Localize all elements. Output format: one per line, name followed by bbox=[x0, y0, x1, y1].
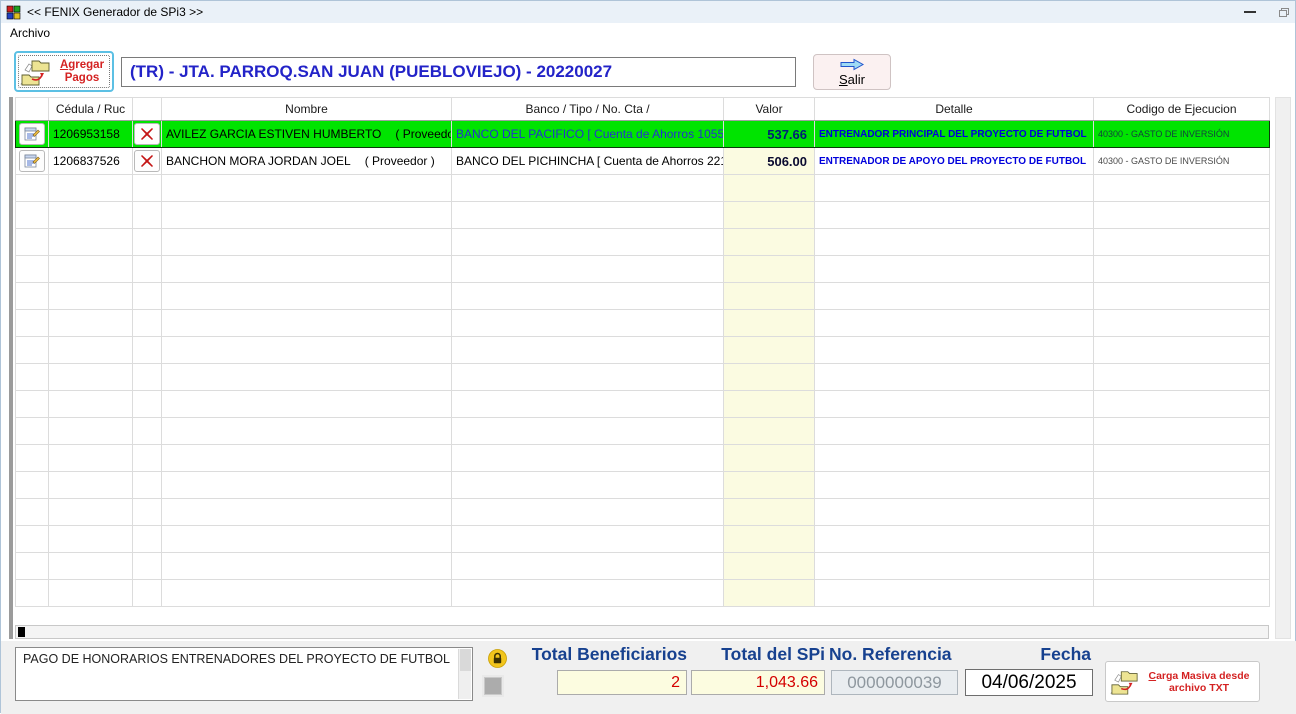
lock-icon bbox=[488, 649, 507, 668]
description-text: PAGO DE HONORARIOS ENTRENADORES DEL PROY… bbox=[23, 652, 450, 666]
minimize-button[interactable] bbox=[1233, 1, 1267, 23]
delete-x-icon bbox=[141, 128, 153, 140]
agregar-pagos-button[interactable]: Agregar Pagos bbox=[14, 51, 114, 92]
payments-grid: Cédula / Ruc Nombre Banco / Tipo / No. C… bbox=[15, 97, 1270, 607]
table-row[interactable] bbox=[15, 228, 1270, 256]
proveedor-text: ( Proveedor ) bbox=[395, 127, 450, 141]
table-row[interactable] bbox=[15, 444, 1270, 472]
header-codigo: Codigo de Ejecucion bbox=[1093, 97, 1270, 121]
valor-cell: 537.66 bbox=[723, 120, 815, 148]
table-row[interactable] bbox=[15, 552, 1270, 580]
salir-label: Salir bbox=[838, 71, 865, 87]
table-row[interactable] bbox=[15, 498, 1270, 526]
app-window: << FENIX Generador de SPi3 >> Archivo Ag… bbox=[0, 0, 1296, 714]
gray-square-button[interactable] bbox=[482, 675, 504, 697]
table-row[interactable] bbox=[15, 336, 1270, 364]
header-detalle: Detalle bbox=[814, 97, 1094, 121]
table-row[interactable] bbox=[15, 255, 1270, 283]
footer-panel: PAGO DE HONORARIOS ENTRENADORES DEL PROY… bbox=[1, 641, 1296, 714]
salir-button[interactable]: Salir bbox=[813, 54, 891, 90]
carga-masiva-folder-icon bbox=[1110, 670, 1138, 695]
header-nombre: Nombre bbox=[161, 97, 452, 121]
header-valor: Valor bbox=[723, 97, 815, 121]
nombre-cell: AVILEZ GARCIA ESTIVEN HUMBERTO ( Proveedo… bbox=[161, 120, 452, 148]
grid-body: 1206953158 AVILEZ GARCIA ESTIVEN HUMBERT… bbox=[15, 120, 1270, 607]
description-scrollbar[interactable] bbox=[458, 649, 471, 699]
grid-header-row: Cédula / Ruc Nombre Banco / Tipo / No. C… bbox=[15, 97, 1270, 121]
menubar: Archivo bbox=[2, 23, 1295, 43]
delete-row-button[interactable] bbox=[134, 123, 160, 145]
table-row[interactable]: 1206837526 BANCHON MORA JORDAN JOEL ( Pro… bbox=[15, 147, 1270, 175]
minimize-icon bbox=[1244, 11, 1256, 13]
table-row[interactable]: 1206953158 AVILEZ GARCIA ESTIVEN HUMBERT… bbox=[15, 120, 1270, 148]
header-banco: Banco / Tipo / No. Cta / bbox=[451, 97, 724, 121]
banco-cell: BANCO DEL PACIFICO [ Cuenta de Ahorros 1… bbox=[451, 120, 724, 148]
header-cedula: Cédula / Ruc bbox=[48, 97, 133, 121]
nombre-text: BANCHON MORA JORDAN JOEL bbox=[166, 154, 351, 168]
total-beneficiarios-field[interactable]: 2 bbox=[557, 670, 687, 695]
table-row[interactable] bbox=[15, 309, 1270, 337]
total-spi-label: Total del SPi bbox=[721, 644, 825, 664]
referencia-field: 0000000039 bbox=[831, 670, 958, 695]
edit-form-icon bbox=[24, 154, 40, 168]
table-row[interactable] bbox=[15, 174, 1270, 202]
codigo-cell: 40300 - GASTO DE INVERSIÓN bbox=[1093, 147, 1270, 175]
grid-left-edge bbox=[9, 97, 13, 639]
table-row[interactable] bbox=[15, 390, 1270, 418]
referencia-label: No. Referencia bbox=[829, 644, 952, 664]
cedula-cell: 1206953158 bbox=[48, 120, 133, 148]
agregar-pagos-label: Agregar Pagos bbox=[59, 58, 105, 84]
fecha-field[interactable]: 04/06/2025 bbox=[965, 669, 1093, 696]
table-row[interactable] bbox=[15, 282, 1270, 310]
carga-masiva-button[interactable]: Carga Masiva desde archivo TXT bbox=[1105, 661, 1260, 702]
carga-masiva-label: Carga Masiva desde archivo TXT bbox=[1148, 669, 1250, 694]
detalle-cell: ENTRENADOR DE APOYO DEL PROYECTO DE FUTB… bbox=[814, 147, 1094, 175]
table-row[interactable] bbox=[15, 417, 1270, 445]
fecha-label: Fecha bbox=[1040, 644, 1091, 664]
table-row[interactable] bbox=[15, 363, 1270, 391]
add-payments-folder-icon bbox=[20, 60, 50, 85]
codigo-cell: 40300 - GASTO DE INVERSIÓN bbox=[1093, 120, 1270, 148]
menu-archivo[interactable]: Archivo bbox=[2, 23, 58, 42]
delete-row-button[interactable] bbox=[134, 150, 160, 172]
exit-arrow-icon bbox=[840, 58, 865, 70]
restore-icon bbox=[1279, 7, 1289, 17]
cedula-cell: 1206837526 bbox=[48, 147, 133, 175]
banco-cell: BANCO DEL PICHINCHA [ Cuenta de Ahorros … bbox=[451, 147, 724, 175]
table-row[interactable] bbox=[15, 525, 1270, 553]
scrollbar-thumb[interactable] bbox=[18, 627, 25, 637]
nombre-text: AVILEZ GARCIA ESTIVEN HUMBERTO bbox=[166, 127, 382, 141]
table-row[interactable] bbox=[15, 201, 1270, 229]
total-beneficiarios-label: Total Beneficiarios bbox=[531, 644, 687, 664]
restore-button[interactable] bbox=[1267, 1, 1296, 23]
grid-vertical-scrollbar[interactable] bbox=[1275, 97, 1291, 639]
table-row[interactable] bbox=[15, 471, 1270, 499]
delete-x-icon bbox=[141, 155, 153, 167]
spi-title-field[interactable]: (TR) - JTA. PARROQ.SAN JUAN (PUEBLOVIEJO… bbox=[121, 57, 796, 87]
window-title: << FENIX Generador de SPi3 >> bbox=[27, 5, 204, 19]
total-spi-field[interactable]: 1,043.66 bbox=[691, 670, 825, 695]
edit-row-button[interactable] bbox=[19, 150, 45, 172]
header-delete-col bbox=[132, 97, 162, 121]
nombre-cell: BANCHON MORA JORDAN JOEL ( Proveedor ) bbox=[161, 147, 452, 175]
detalle-cell: ENTRENADOR PRINCIPAL DEL PROYECTO DE FUT… bbox=[814, 120, 1094, 148]
grid-horizontal-scrollbar[interactable] bbox=[15, 625, 1269, 639]
header-edit-col bbox=[15, 97, 49, 121]
edit-form-icon bbox=[24, 127, 40, 141]
table-row[interactable] bbox=[15, 579, 1270, 607]
description-textarea[interactable]: PAGO DE HONORARIOS ENTRENADORES DEL PROY… bbox=[15, 647, 473, 701]
titlebar: << FENIX Generador de SPi3 >> bbox=[1, 1, 1295, 23]
proveedor-text: ( Proveedor ) bbox=[364, 154, 435, 168]
app-icon bbox=[6, 4, 21, 20]
valor-cell: 506.00 bbox=[723, 147, 815, 175]
edit-row-button[interactable] bbox=[19, 123, 45, 145]
